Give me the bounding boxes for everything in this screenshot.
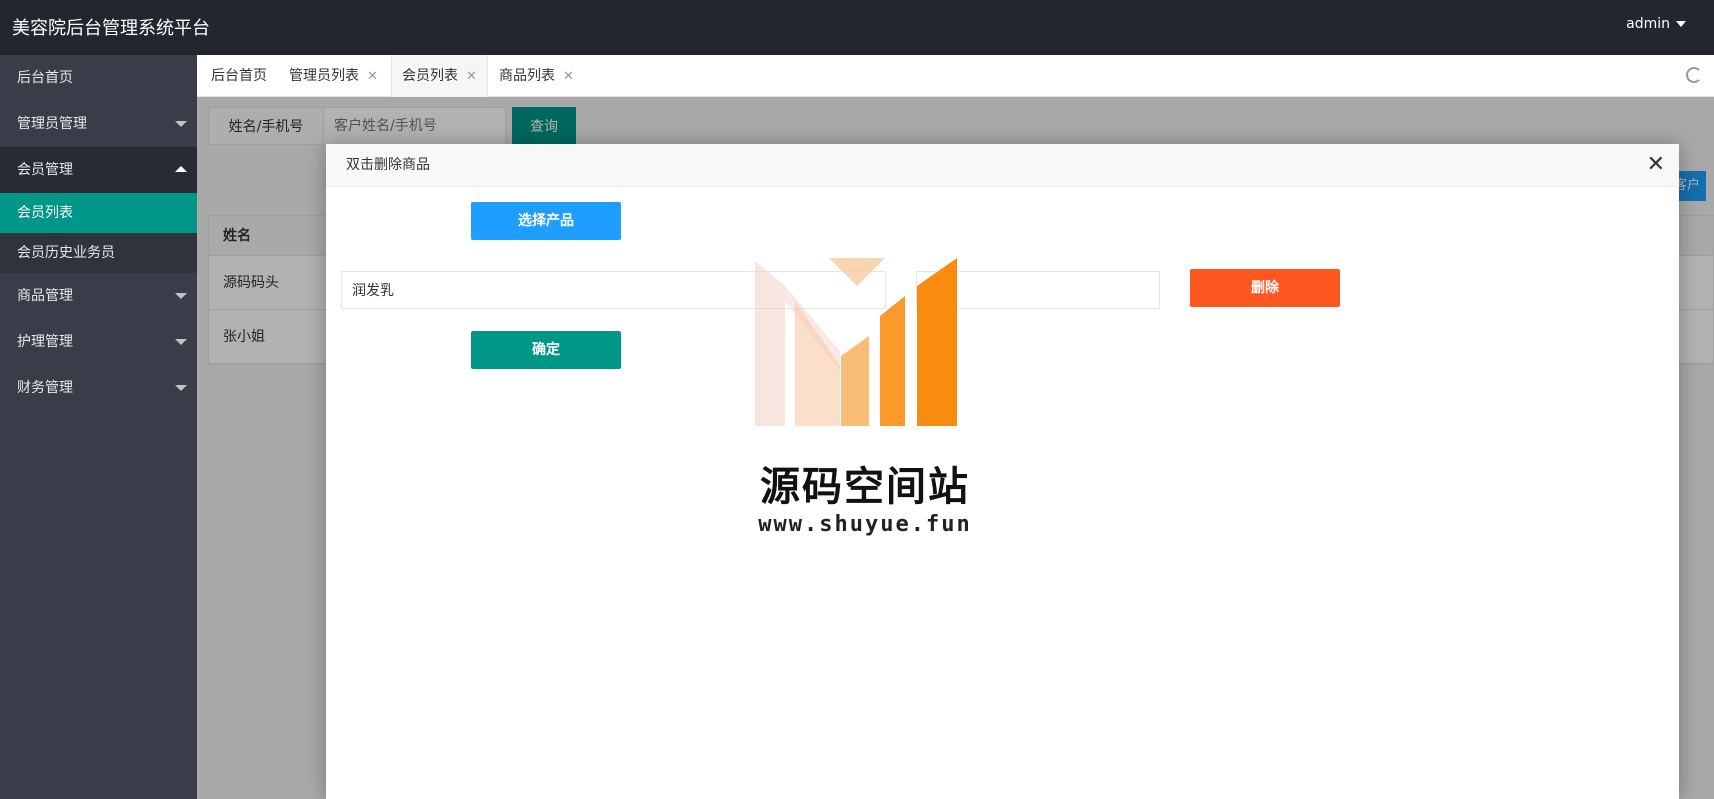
sidebar-item-label: 会员列表 [17, 205, 73, 221]
chevron-down-icon [175, 339, 187, 345]
close-icon[interactable]: ✕ [1647, 154, 1665, 176]
chevron-down-icon [175, 293, 187, 299]
sidebar-item-label: 管理员管理 [17, 116, 87, 132]
watermark-url: www.shuyue.fun [758, 512, 972, 537]
select-product-button[interactable]: 选择产品 [471, 202, 621, 240]
user-menu[interactable]: admin [1626, 16, 1686, 32]
tab-label: 会员列表 [402, 68, 458, 84]
watermark: 源码空间站 www.shuyue.fun [745, 256, 985, 541]
tab-bar: 后台首页 管理员列表 ✕ 会员列表 ✕ 商品列表 ✕ [197, 55, 1714, 97]
sidebar-item-label: 商品管理 [17, 288, 73, 304]
confirm-button[interactable]: 确定 [471, 331, 621, 369]
watermark-logo-icon [755, 258, 957, 426]
sidebar-subitem-member-list[interactable]: 会员列表 [0, 193, 197, 233]
tab-product-list[interactable]: 商品列表 ✕ [489, 55, 584, 97]
sidebar-item-home[interactable]: 后台首页 [0, 55, 197, 101]
sidebar-item-finance-management[interactable]: 财务管理 [0, 365, 197, 411]
sidebar-subitem-member-history[interactable]: 会员历史业务员 [0, 233, 197, 273]
chevron-down-icon [175, 385, 187, 391]
tab-admin-list[interactable]: 管理员列表 ✕ [279, 55, 388, 97]
close-icon[interactable]: ✕ [367, 69, 378, 84]
sidebar: 后台首页 管理员管理 会员管理 会员列表 会员历史业务员 商品管理 护理管理 财… [0, 55, 197, 799]
chevron-up-icon [175, 166, 187, 172]
tab-label: 商品列表 [499, 68, 555, 84]
watermark-name: 源码空间站 [760, 464, 970, 510]
tab-member-list[interactable]: 会员列表 ✕ [391, 55, 488, 97]
chevron-down-icon [175, 121, 187, 127]
top-header: 美容院后台管理系统平台 admin [0, 0, 1714, 55]
refresh-icon[interactable] [1686, 67, 1702, 83]
sidebar-item-product-management[interactable]: 商品管理 [0, 273, 197, 319]
tab-label: 后台首页 [211, 68, 267, 84]
caret-down-icon [1676, 21, 1686, 27]
sidebar-item-label: 会员管理 [17, 162, 73, 178]
modal-title: 双击删除商品 [326, 144, 1679, 187]
sidebar-item-label: 后台首页 [17, 70, 73, 86]
sidebar-item-member-management[interactable]: 会员管理 [0, 147, 197, 193]
tab-home[interactable]: 后台首页 [201, 55, 277, 97]
sidebar-item-label: 会员历史业务员 [17, 245, 115, 261]
user-name: admin [1626, 16, 1670, 32]
close-icon[interactable]: ✕ [563, 69, 574, 84]
sidebar-item-admin-management[interactable]: 管理员管理 [0, 101, 197, 147]
app-title: 美容院后台管理系统平台 [12, 18, 210, 39]
tab-label: 管理员列表 [289, 68, 359, 84]
sidebar-item-care-management[interactable]: 护理管理 [0, 319, 197, 365]
sidebar-item-label: 财务管理 [17, 380, 73, 396]
close-icon[interactable]: ✕ [466, 69, 477, 84]
delete-button[interactable]: 删除 [1190, 269, 1340, 307]
sidebar-item-label: 护理管理 [17, 334, 73, 350]
delete-product-modal: 双击删除商品 ✕ 选择产品 删除 确定 [326, 144, 1679, 799]
